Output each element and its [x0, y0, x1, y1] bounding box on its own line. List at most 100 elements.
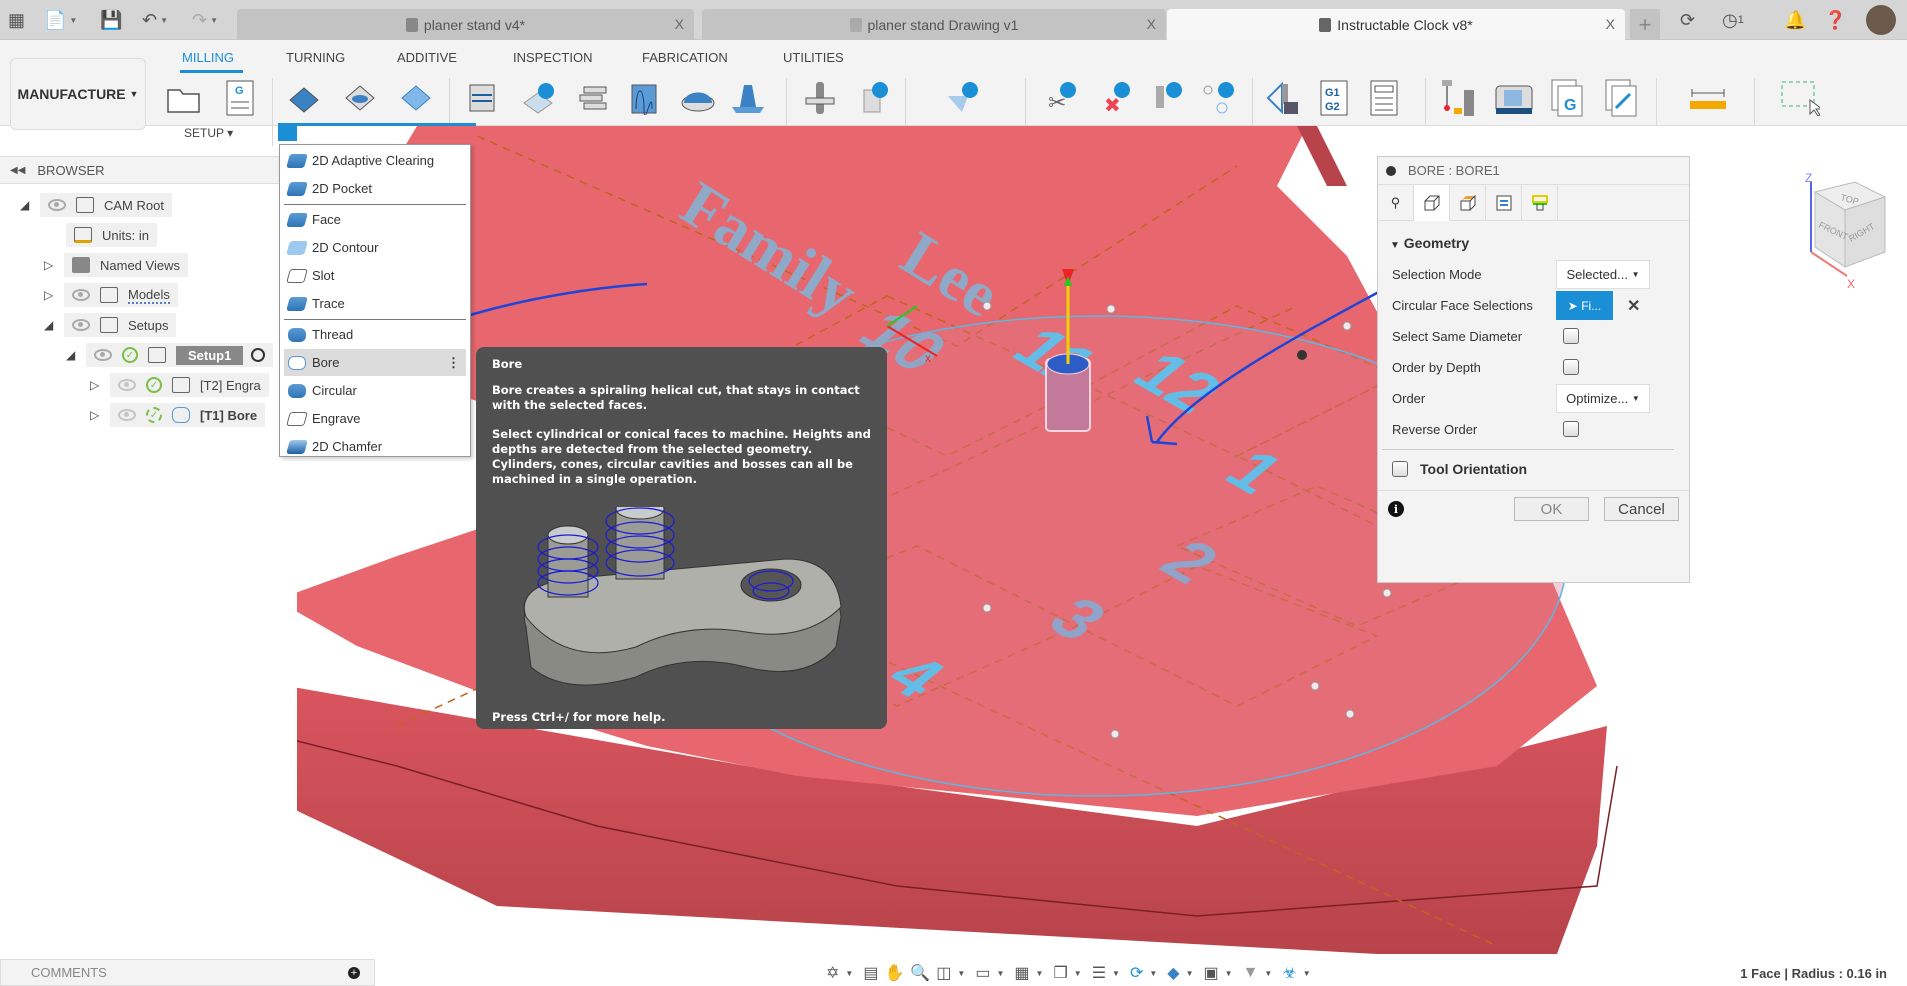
clear-selection-icon[interactable]: ✕ — [1627, 296, 1640, 316]
order-by-depth-checkbox[interactable] — [1563, 359, 1579, 375]
cancel-button[interactable]: Cancel — [1604, 497, 1679, 521]
tab-passes[interactable] — [1486, 185, 1522, 221]
tree-item-t2-engrave[interactable]: ▷ ✓ [T2] Engra — [90, 372, 269, 398]
add-comment-icon[interactable]: + — [348, 966, 360, 979]
zoom-icon[interactable]: 🔍 — [910, 963, 930, 983]
tab-milling[interactable]: MILLING — [182, 50, 234, 65]
expand-toggle-icon[interactable]: ▷ — [90, 408, 102, 422]
geometry-section-header[interactable]: ▼ Geometry — [1390, 235, 1469, 251]
tree-item-t1-bore[interactable]: ▷ ✓ [T1] Bore — [90, 402, 266, 428]
pan-hand-icon[interactable]: ✋ — [884, 963, 904, 983]
active-setup-radio-icon[interactable] — [251, 348, 266, 362]
expand-toggle-icon[interactable]: ▷ — [90, 378, 102, 392]
tree-item-cam-root[interactable]: ◢ CAM Root — [20, 192, 172, 218]
menu-item-2d-adaptive-clearing[interactable]: 2D Adaptive Clearing — [284, 147, 466, 174]
expand-toggle-icon[interactable]: ▷ — [44, 288, 56, 302]
tree-item-setup1[interactable]: ◢ ✓ Setup1 — [66, 342, 274, 368]
dialog-header[interactable]: BORE : BORE1 — [1378, 157, 1689, 185]
tool-orientation-checkbox[interactable] — [1392, 461, 1408, 477]
collapse-browser-icon[interactable]: ◀◀ — [10, 165, 25, 176]
tab-fabrication[interactable]: FABRICATION — [642, 50, 728, 65]
hidden-eye-icon[interactable] — [118, 379, 136, 391]
visual-style-icon[interactable]: ◆ — [1167, 963, 1179, 983]
extensions-icon[interactable]: ⟳ — [1680, 8, 1695, 32]
tab-tool[interactable]: ⚲ — [1378, 185, 1414, 221]
grid-icon[interactable]: ▦ — [1014, 963, 1029, 983]
orbit-icon[interactable]: ✡ — [826, 963, 839, 983]
tab-inspection[interactable]: INSPECTION — [513, 50, 592, 65]
workspace-switcher[interactable]: MANUFACTURE ▼ — [10, 58, 146, 130]
redo-button[interactable]: ↷ ▼ — [192, 8, 218, 32]
menu-item-bore[interactable]: Bore ⋮ — [284, 349, 466, 376]
tool-library-icon[interactable] — [1440, 78, 1480, 118]
document-tab-planer-stand[interactable]: planer stand v4* X — [237, 9, 694, 40]
visibility-eye-icon[interactable] — [72, 319, 90, 331]
setup-folder-icon[interactable] — [164, 78, 204, 118]
tool-orientation-toggle[interactable]: Tool Orientation — [1392, 461, 1527, 477]
menu-item-engrave[interactable]: Engrave — [284, 405, 466, 432]
collapse-dialog-icon[interactable] — [1386, 165, 1396, 176]
post-library-icon[interactable]: G — [1548, 78, 1588, 118]
post-process-icon[interactable]: G1 G2 — [1314, 78, 1354, 118]
close-tab-icon[interactable]: X — [1147, 16, 1156, 32]
simulation-icon[interactable]: ☣ — [1282, 963, 1296, 983]
expand-toggle-icon[interactable]: ◢ — [66, 348, 78, 362]
document-tab-instructable-clock[interactable]: Instructable Clock v8* X — [1167, 9, 1625, 40]
stock-icon[interactable]: ☰ — [1092, 963, 1106, 983]
menu-item-2d-chamfer[interactable]: 2D Chamfer — [284, 433, 466, 460]
save-icon[interactable]: 💾 — [100, 8, 122, 32]
more-options-icon[interactable]: ⋮ — [447, 355, 460, 371]
tool-display-icon[interactable]: ▼ — [1243, 964, 1259, 982]
file-menu-button[interactable]: 📄 ▼ — [44, 8, 77, 32]
tab-turning[interactable]: TURNING — [286, 50, 345, 65]
tab-linking[interactable] — [1522, 185, 1558, 221]
view-cube[interactable]: TOP FRONT RIGHT Z X — [1785, 171, 1895, 292]
tab-heights[interactable] — [1450, 185, 1486, 221]
ok-button[interactable]: OK — [1514, 497, 1589, 521]
viewports-icon[interactable]: ❒ — [1053, 963, 1067, 983]
3d-radial-icon[interactable] — [678, 78, 718, 118]
expand-toggle-icon[interactable]: ◢ — [20, 198, 32, 212]
select-same-diameter-checkbox[interactable] — [1563, 328, 1579, 344]
menu-item-face[interactable]: Face — [284, 206, 466, 233]
2d-contour-icon[interactable] — [396, 78, 436, 118]
tab-geometry[interactable] — [1414, 185, 1450, 221]
fit-window-icon[interactable]: ◫ — [936, 963, 951, 983]
move-toolpath-icon[interactable] — [1146, 78, 1186, 118]
look-at-icon[interactable]: ▤ — [863, 963, 878, 983]
user-avatar[interactable] — [1866, 5, 1896, 35]
undo-button[interactable]: ↶ ▼ — [142, 8, 168, 32]
close-tab-icon[interactable]: X — [675, 16, 684, 32]
menu-item-circular[interactable]: Circular — [284, 377, 466, 404]
document-tab-planer-stand-drawing[interactable]: planer stand Drawing v1 X — [702, 9, 1166, 40]
display-settings-icon[interactable]: ▭ — [975, 963, 990, 983]
2d-pocket-icon[interactable] — [340, 78, 380, 118]
visibility-eye-icon[interactable] — [48, 199, 66, 211]
expand-toggle-icon[interactable]: ▷ — [44, 258, 56, 272]
3d-spiral-icon[interactable] — [728, 78, 768, 118]
pattern-point-icon[interactable] — [1198, 78, 1238, 118]
menu-item-2d-pocket[interactable]: 2D Pocket — [284, 175, 466, 202]
notifications-bell-icon[interactable]: 🔔 — [1784, 8, 1806, 32]
setup-group-menu[interactable]: SETUP ▾ — [184, 126, 233, 140]
menu-item-slot[interactable]: Slot — [284, 262, 466, 289]
tree-item-setups[interactable]: ◢ Setups — [44, 312, 177, 338]
3d-flow-icon[interactable] — [624, 78, 664, 118]
3d-addin-icon[interactable] — [518, 78, 558, 118]
trim-toolpath-icon[interactable]: ✂ — [1040, 78, 1080, 118]
measure-icon[interactable] — [1688, 78, 1728, 118]
info-icon[interactable]: i — [1388, 501, 1404, 517]
machine-view-icon[interactable]: ▣ — [1204, 963, 1219, 983]
reverse-order-checkbox[interactable] — [1563, 421, 1579, 437]
hidden-eye-icon[interactable] — [118, 409, 136, 421]
template-library-icon[interactable] — [1602, 78, 1642, 118]
visibility-eye-icon[interactable] — [94, 349, 112, 361]
new-tab-button[interactable]: + — [1630, 9, 1660, 40]
comments-panel[interactable]: COMMENTS + — [0, 959, 375, 986]
drill-addin-icon[interactable] — [852, 78, 892, 118]
menu-item-trace[interactable]: Trace — [284, 290, 466, 317]
close-tab-icon[interactable]: X — [1606, 16, 1615, 32]
setup-sheet-icon[interactable] — [1364, 78, 1404, 118]
selection-mode-select[interactable]: Selected... ▼ — [1556, 260, 1650, 289]
apps-grid-icon[interactable]: ▦ — [8, 8, 25, 32]
